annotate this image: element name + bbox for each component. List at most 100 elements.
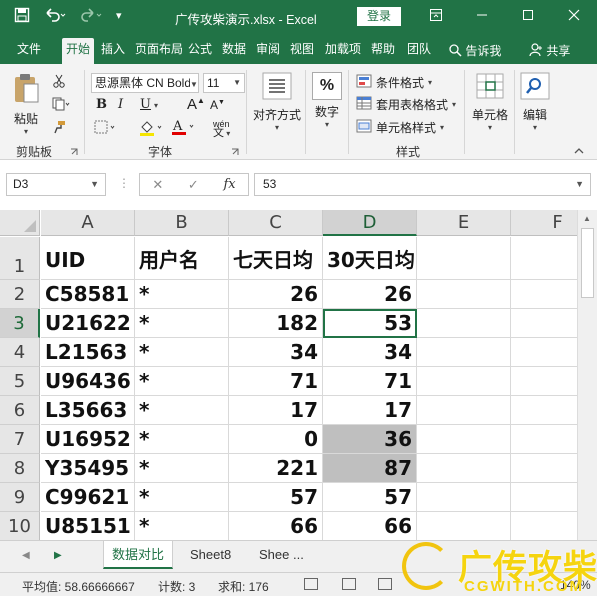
cell-b10[interactable]: * (135, 512, 229, 540)
font-name-dropdown-icon[interactable]: ▼ (190, 76, 198, 90)
name-box[interactable]: D3 ▼ (6, 173, 106, 196)
cell-f10[interactable] (511, 512, 577, 540)
cell-e9[interactable] (417, 483, 511, 512)
formula-bar-grip-icon[interactable]: ⋮ (118, 176, 130, 190)
phonetic-button[interactable]: wén 文 ▾ (213, 120, 230, 139)
cell-d8[interactable]: 87 (323, 454, 417, 483)
cell-c1[interactable]: 七天日均 (229, 237, 323, 280)
cell-a7[interactable]: U16952 (41, 425, 135, 454)
sheet-prev-icon[interactable]: ◀ (22, 550, 30, 561)
collapse-ribbon-icon[interactable] (574, 144, 584, 158)
tab-review[interactable]: 审阅 (254, 39, 282, 64)
cut-icon[interactable] (52, 74, 66, 91)
worksheet-grid[interactable]: A B C D E F 1 2 3 4 5 6 7 8 9 10 UID 用户名 七天日均 30天日均 C58581 * 2… (0, 210, 577, 540)
row-header-6[interactable]: 6 (0, 396, 40, 425)
cell-d10[interactable]: 66 (323, 512, 417, 540)
redo-icon[interactable] (80, 7, 102, 27)
page-break-view-icon[interactable] (378, 578, 392, 590)
format-painter-icon[interactable] (52, 120, 66, 137)
column-header-c[interactable]: C (229, 210, 323, 236)
customize-qat-icon[interactable]: ▾ (116, 7, 122, 27)
sheet-tab-sheet8[interactable]: Sheet8 (182, 541, 239, 569)
cell-d4[interactable]: 34 (323, 338, 417, 367)
tab-insert[interactable]: 插入 (98, 39, 128, 64)
cell-d3[interactable]: 53 (323, 309, 417, 338)
underline-button[interactable]: U (140, 97, 151, 112)
cell-b8[interactable]: * (135, 454, 229, 483)
cell-f8[interactable] (511, 454, 577, 483)
number-format-button[interactable]: % 数字 ▾ (310, 72, 344, 129)
alignment-button[interactable]: 对齐方式 ▾ (251, 72, 303, 132)
column-header-b[interactable]: B (135, 210, 229, 236)
font-name-select[interactable]: 思源黑体 CN Bold (91, 73, 199, 93)
vertical-scrollbar[interactable]: ▲ (577, 210, 597, 540)
font-launcher-icon[interactable] (231, 145, 239, 159)
cell-e6[interactable] (417, 396, 511, 425)
cell-a1[interactable]: UID (41, 237, 135, 280)
cell-b9[interactable]: * (135, 483, 229, 512)
cell-d1[interactable]: 30天日均 (323, 237, 417, 280)
cell-a5[interactable]: U96436 (41, 367, 135, 396)
scroll-thumb[interactable] (581, 228, 594, 298)
row-header-4[interactable]: 4 (0, 338, 40, 367)
cell-a8[interactable]: Y35495 (41, 454, 135, 483)
underline-dropdown-icon[interactable]: ▾ (154, 101, 158, 110)
enter-icon[interactable]: ✓ (188, 177, 199, 193)
cell-b2[interactable]: * (135, 280, 229, 309)
cell-d7[interactable]: 36 (323, 425, 417, 454)
row-header-5[interactable]: 5 (0, 367, 40, 396)
cell-b5[interactable]: * (135, 367, 229, 396)
cell-f9[interactable] (511, 483, 577, 512)
cell-b1[interactable]: 用户名 (135, 237, 229, 280)
row-header-9[interactable]: 9 (0, 483, 40, 512)
cell-f1[interactable] (511, 237, 577, 280)
cell-e7[interactable] (417, 425, 511, 454)
cell-d6[interactable]: 17 (323, 396, 417, 425)
ribbon-display-icon[interactable] (413, 0, 459, 34)
cell-c3[interactable]: 182 (229, 309, 323, 338)
cell-b6[interactable]: * (135, 396, 229, 425)
tab-team[interactable]: 团队 (405, 39, 433, 64)
cell-f2[interactable] (511, 280, 577, 309)
column-header-e[interactable]: E (417, 210, 511, 236)
cell-a2[interactable]: C58581 (41, 280, 135, 309)
column-header-f[interactable]: F (511, 210, 577, 236)
bold-button[interactable]: B (96, 97, 107, 112)
copy-icon[interactable] (52, 97, 70, 114)
format-as-table-button[interactable]: 套用表格格式 ▾ (356, 96, 456, 113)
fill-color-icon[interactable] (138, 119, 166, 140)
font-size-select[interactable]: 11 ▼ (203, 73, 245, 93)
cell-e1[interactable] (417, 237, 511, 280)
cell-e5[interactable] (417, 367, 511, 396)
cell-e2[interactable] (417, 280, 511, 309)
cell-c2[interactable]: 26 (229, 280, 323, 309)
tell-me[interactable]: 告诉我 (448, 42, 501, 59)
font-color-icon[interactable]: A (170, 118, 198, 139)
tab-help[interactable]: 帮助 (369, 39, 397, 64)
cell-c10[interactable]: 66 (229, 512, 323, 540)
row-header-3[interactable]: 3 (0, 309, 40, 338)
column-header-a[interactable]: A (41, 210, 135, 236)
cells-button[interactable]: 单元格 ▾ (470, 72, 510, 132)
tab-data[interactable]: 数据 (220, 39, 248, 64)
cell-c4[interactable]: 34 (229, 338, 323, 367)
cell-d5[interactable]: 71 (323, 367, 417, 396)
undo-icon[interactable] (44, 7, 66, 27)
close-icon[interactable] (551, 0, 597, 34)
normal-view-icon[interactable] (304, 578, 318, 590)
save-icon[interactable] (14, 7, 30, 27)
name-box-dropdown-icon[interactable]: ▼ (90, 174, 99, 195)
cell-a9[interactable]: C99621 (41, 483, 135, 512)
cell-f3[interactable] (511, 309, 577, 338)
tab-formulas[interactable]: 公式 (186, 39, 214, 64)
sheet-tab-more[interactable]: Shee ... (251, 541, 312, 569)
cell-c6[interactable]: 17 (229, 396, 323, 425)
cell-f6[interactable] (511, 396, 577, 425)
cancel-icon[interactable]: ✕ (152, 177, 163, 193)
cell-e3[interactable] (417, 309, 511, 338)
paste-dropdown-icon[interactable]: ▾ (8, 127, 44, 136)
login-button[interactable]: 登录 (357, 7, 401, 26)
grow-font-button[interactable]: A▲ (187, 96, 205, 113)
cell-e4[interactable] (417, 338, 511, 367)
italic-button[interactable]: I (118, 97, 123, 112)
